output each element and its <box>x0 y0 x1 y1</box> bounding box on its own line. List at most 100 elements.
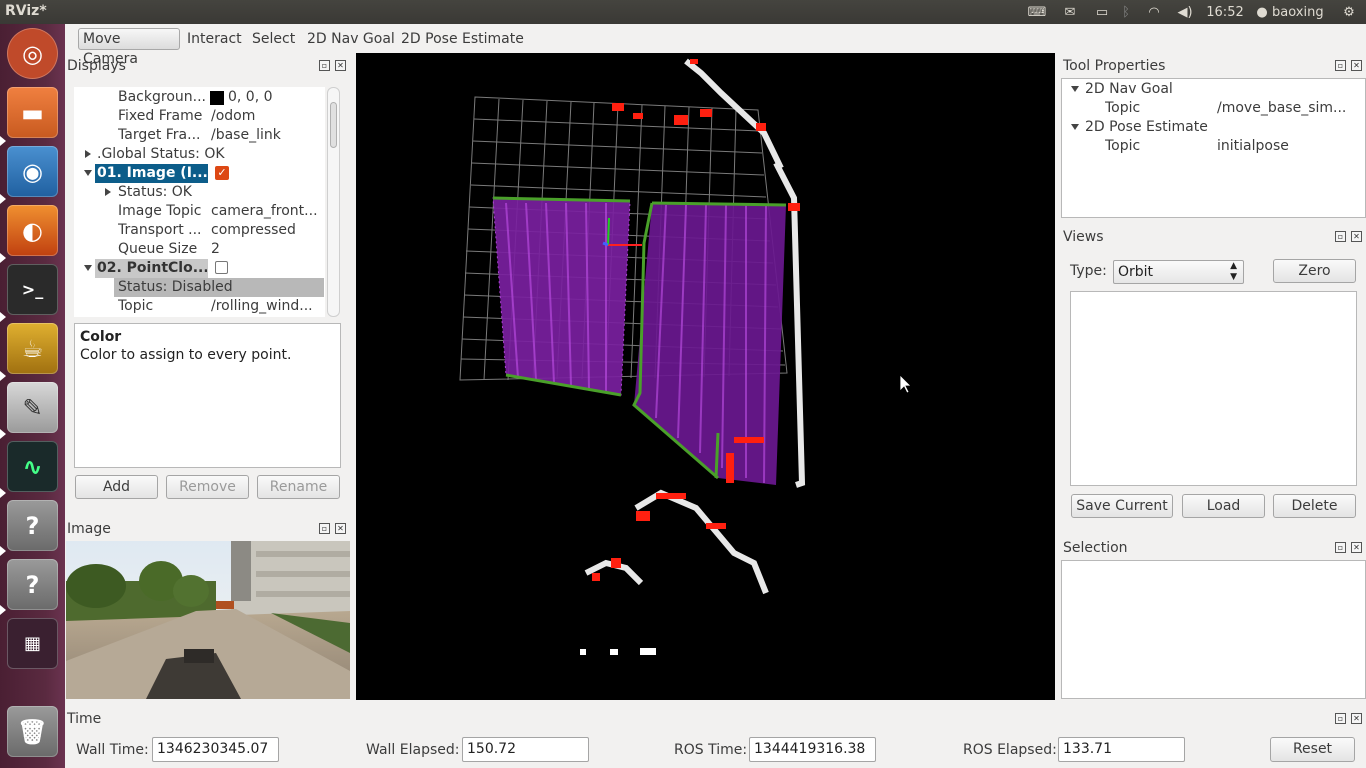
zero-button[interactable]: Zero <box>1273 259 1356 283</box>
views-list[interactable] <box>1070 291 1357 486</box>
3d-viewport[interactable] <box>356 53 1055 700</box>
power-gear-icon[interactable]: ⚙ <box>1338 0 1360 24</box>
close-icon[interactable]: ✕ <box>335 60 346 71</box>
ros-time-field[interactable]: 1344419316.38 <box>749 737 876 762</box>
keyboard-icon[interactable]: ⌨ <box>1024 0 1050 24</box>
tree-value[interactable]: compressed <box>211 221 321 240</box>
close-icon[interactable]: ✕ <box>1351 231 1362 242</box>
wifi-icon[interactable]: ◠ <box>1142 0 1166 24</box>
collapse-arrow-icon[interactable] <box>84 170 92 176</box>
scrollbar-thumb[interactable] <box>330 102 337 148</box>
wall-time-field[interactable]: 1346230345.07 <box>152 737 279 762</box>
description-title: Color <box>80 329 122 345</box>
unknown-app-icon[interactable]: ? <box>7 559 58 610</box>
display-pointcloud-item[interactable]: 02. PointClo... <box>97 259 207 278</box>
close-icon[interactable]: ✕ <box>1351 542 1362 553</box>
tree-label: Topic <box>118 298 154 314</box>
system-monitor-icon[interactable]: ∿ <box>7 441 58 492</box>
tool-properties-title: Tool Properties <box>1063 58 1166 74</box>
ros-elapsed-field[interactable]: 133.71 <box>1058 737 1185 762</box>
text-editor-icon[interactable]: ✎ <box>7 382 58 433</box>
close-icon[interactable]: ✕ <box>1351 713 1362 724</box>
display-image-item[interactable]: 01. Image (I... <box>97 164 207 183</box>
ros-elapsed-label: ROS Elapsed: <box>963 742 1057 758</box>
reset-button[interactable]: Reset <box>1270 737 1355 762</box>
tool-select[interactable]: Select <box>248 28 299 50</box>
mail-icon[interactable]: ✉ <box>1058 0 1082 24</box>
user-name[interactable]: baoxing <box>1272 0 1334 24</box>
running-indicator <box>0 371 6 381</box>
wall-elapsed-field[interactable]: 150.72 <box>462 737 589 762</box>
color-swatch[interactable] <box>210 91 224 105</box>
selection-tree[interactable] <box>1061 560 1366 699</box>
tool-move-camera[interactable]: Move Camera <box>78 28 180 67</box>
tree-value[interactable]: initialpose <box>1217 137 1357 156</box>
bluetooth-icon[interactable]: ᛒ <box>1118 0 1134 24</box>
running-indicator <box>0 605 6 615</box>
firefox-icon[interactable]: ◐ <box>7 205 58 256</box>
property-description: Color Color to assign to every point. <box>74 323 341 468</box>
expand-arrow-icon[interactable] <box>85 150 91 158</box>
views-type-select[interactable]: Orbit ▲ ▼ <box>1113 260 1244 284</box>
float-icon[interactable]: ▫ <box>1335 713 1346 724</box>
user-icon[interactable]: ● <box>1254 0 1270 24</box>
unknown-app-icon[interactable]: ? <box>7 500 58 551</box>
tree-value[interactable]: /rolling_wind... <box>211 297 321 316</box>
ubuntu-dash-icon[interactable]: ◎ <box>7 28 58 79</box>
enabled-checkbox[interactable]: ✓ <box>215 166 229 180</box>
tool-2d-pose-estimate[interactable]: 2D Pose Estimate <box>397 28 528 50</box>
time-dock-controls: ▫ ✕ <box>1335 713 1362 724</box>
status-item[interactable]: Status: Disabled <box>118 278 318 297</box>
battery-icon[interactable]: ▭ <box>1090 0 1114 24</box>
running-indicator <box>0 488 6 498</box>
workspace-switcher-icon[interactable]: ▦ <box>7 618 58 669</box>
float-icon[interactable]: ▫ <box>319 523 330 534</box>
tree-value[interactable]: /base_link <box>211 126 321 145</box>
tool-group-label[interactable]: 2D Pose Estimate <box>1085 118 1245 137</box>
add-display-button[interactable]: Add <box>75 475 158 499</box>
tree-value[interactable]: 2 <box>211 240 321 259</box>
float-icon[interactable]: ▫ <box>1335 231 1346 242</box>
expand-arrow-icon[interactable] <box>105 188 111 196</box>
views-dock-controls: ▫ ✕ <box>1335 231 1362 242</box>
close-icon[interactable]: ✕ <box>335 523 346 534</box>
collapse-arrow-icon[interactable] <box>1071 124 1079 130</box>
tool-2d-nav-goal[interactable]: 2D Nav Goal <box>303 28 399 50</box>
tree-label: Fixed Frame <box>118 108 203 124</box>
rviz-teapot-icon[interactable]: ☕ <box>7 323 58 374</box>
tree-value[interactable]: camera_front... <box>211 202 321 221</box>
tree-value[interactable]: /move_base_sim... <box>1217 99 1357 118</box>
collapse-arrow-icon[interactable] <box>1071 86 1079 92</box>
status-item[interactable]: Status: OK <box>118 183 268 202</box>
global-status-item[interactable]: .Global Status: OK <box>97 145 297 164</box>
files-icon[interactable]: ▬ <box>7 87 58 138</box>
tool-properties-tree: 2D Nav Goal Topic /move_base_sim... 2D P… <box>1061 78 1366 218</box>
chromium-icon[interactable]: ◉ <box>7 146 58 197</box>
remove-display-button[interactable]: Remove <box>166 475 249 499</box>
tree-label: Image Topic <box>118 203 202 219</box>
volume-icon[interactable]: ◀) <box>1174 0 1196 24</box>
tree-value[interactable]: 0, 0, 0 <box>228 88 318 107</box>
float-icon[interactable]: ▫ <box>319 60 330 71</box>
delete-button[interactable]: Delete <box>1273 494 1356 518</box>
tool-interact[interactable]: Interact <box>183 28 246 50</box>
trash-icon[interactable]: 🗑 <box>7 706 58 757</box>
close-icon[interactable]: ✕ <box>1351 60 1362 71</box>
disabled-checkbox[interactable] <box>215 261 228 274</box>
running-indicator <box>0 546 6 556</box>
collapse-arrow-icon[interactable] <box>84 265 92 271</box>
tree-label: Topic <box>1105 138 1141 154</box>
float-icon[interactable]: ▫ <box>1335 60 1346 71</box>
description-text: Color to assign to every point. <box>80 347 292 363</box>
clock[interactable]: 16:52 <box>1203 0 1247 24</box>
float-icon[interactable]: ▫ <box>1335 542 1346 553</box>
load-button[interactable]: Load <box>1182 494 1265 518</box>
rename-display-button[interactable]: Rename <box>257 475 340 499</box>
terminal-icon[interactable]: >_ <box>7 264 58 315</box>
displays-scrollbar[interactable] <box>327 87 340 317</box>
save-current-button[interactable]: Save Current <box>1071 494 1173 518</box>
running-indicator <box>0 194 6 204</box>
tool-group-label[interactable]: 2D Nav Goal <box>1085 80 1235 99</box>
tree-label: Backgroun... <box>118 89 206 105</box>
tree-value[interactable]: /odom <box>211 107 321 126</box>
